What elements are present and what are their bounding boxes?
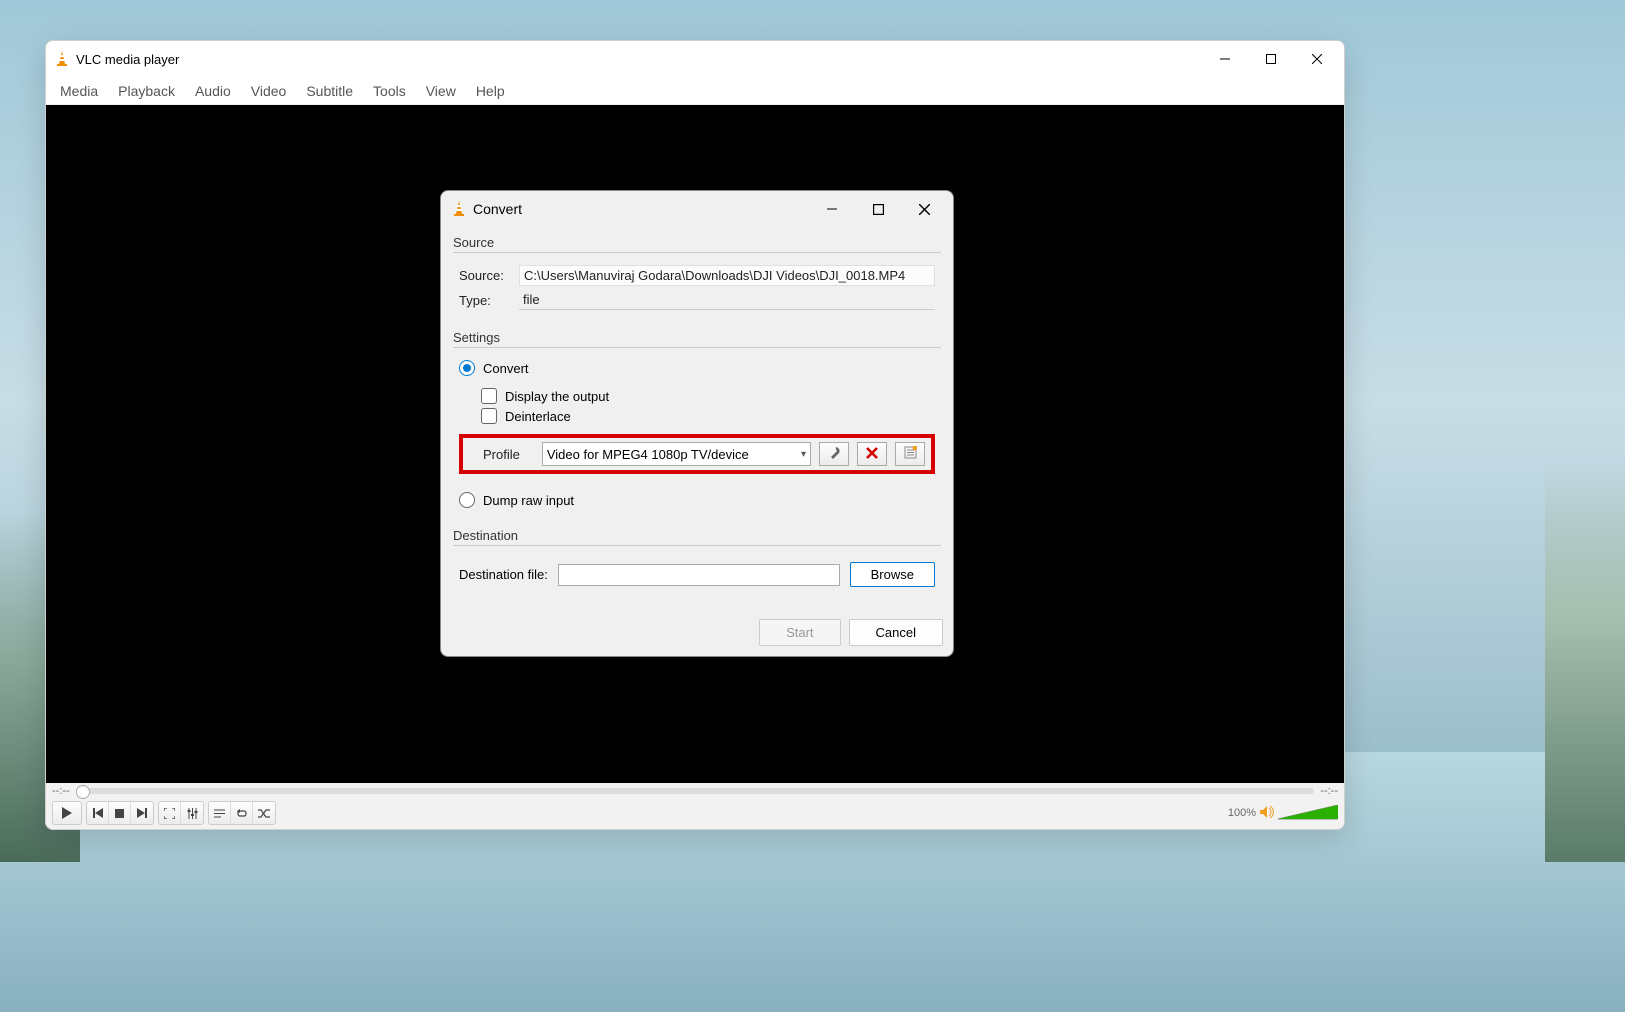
- playlist-button[interactable]: [209, 802, 231, 824]
- profile-row-highlight: Profile Video for MPEG4 1080p TV/device …: [459, 434, 935, 474]
- time-total: --:--: [1320, 785, 1338, 797]
- menu-subtitle[interactable]: Subtitle: [296, 80, 363, 102]
- delete-profile-button[interactable]: [857, 442, 887, 466]
- source-group: Source: C:\Users\Manuviraj Godara\Downlo…: [453, 252, 941, 324]
- browse-button[interactable]: Browse: [850, 562, 935, 587]
- vlc-cone-icon: [54, 51, 70, 67]
- menu-media[interactable]: Media: [50, 80, 108, 102]
- play-button[interactable]: [53, 802, 81, 824]
- main-maximize-button[interactable]: [1248, 43, 1294, 75]
- start-button[interactable]: Start: [759, 619, 840, 646]
- main-titlebar[interactable]: VLC media player: [46, 41, 1344, 77]
- convert-radio[interactable]: [459, 360, 475, 376]
- next-button[interactable]: [131, 802, 153, 824]
- cancel-button[interactable]: Cancel: [849, 619, 943, 646]
- dialog-titlebar[interactable]: Convert: [441, 191, 953, 227]
- delete-icon: [866, 447, 878, 462]
- destination-group: Destination file: Browse: [453, 545, 941, 605]
- wallpaper-right-mountain: [1545, 362, 1625, 862]
- list-new-icon: [904, 446, 917, 462]
- volume-slider[interactable]: [1278, 805, 1338, 821]
- menu-help[interactable]: Help: [466, 80, 515, 102]
- dialog-footer: Start Cancel: [441, 613, 953, 656]
- dialog-close-button[interactable]: [901, 193, 947, 225]
- dump-raw-radio[interactable]: [459, 492, 475, 508]
- destination-file-input[interactable]: [558, 564, 840, 586]
- time-elapsed: --:--: [52, 785, 70, 797]
- dialog-title: Convert: [473, 201, 522, 217]
- deinterlace-checkbox[interactable]: [481, 408, 497, 424]
- destination-group-label: Destination: [453, 522, 941, 547]
- new-profile-button[interactable]: [895, 442, 925, 466]
- destination-file-label: Destination file:: [459, 567, 548, 582]
- convert-radio-label: Convert: [483, 361, 529, 376]
- dump-raw-label: Dump raw input: [483, 493, 574, 508]
- volume-label: 100%: [1228, 807, 1256, 819]
- shuffle-button[interactable]: [253, 802, 275, 824]
- speaker-icon[interactable]: [1260, 806, 1274, 821]
- stop-button[interactable]: [109, 802, 131, 824]
- dialog-minimize-button[interactable]: [809, 193, 855, 225]
- type-label: Type:: [459, 293, 519, 308]
- chevron-down-icon: ▾: [801, 449, 806, 460]
- source-label: Source:: [459, 268, 519, 283]
- edit-profile-button[interactable]: [819, 442, 849, 466]
- menu-playback[interactable]: Playback: [108, 80, 185, 102]
- settings-group-label: Settings: [453, 324, 941, 349]
- extended-settings-button[interactable]: [181, 802, 203, 824]
- profile-select-value: Video for MPEG4 1080p TV/device: [547, 447, 749, 462]
- menu-video[interactable]: Video: [241, 80, 297, 102]
- dialog-maximize-button[interactable]: [855, 193, 901, 225]
- vlc-cone-icon: [451, 201, 467, 217]
- profile-select[interactable]: Video for MPEG4 1080p TV/device ▾: [542, 442, 811, 466]
- main-minimize-button[interactable]: [1202, 43, 1248, 75]
- type-value: file: [519, 290, 935, 310]
- source-group-label: Source: [453, 229, 941, 254]
- convert-dialog: Convert Source Source: C:\Users\Manuvira…: [440, 190, 954, 657]
- menu-tools[interactable]: Tools: [363, 80, 416, 102]
- settings-group: Convert Display the output Deinterlace P…: [453, 347, 941, 522]
- loop-button[interactable]: [231, 802, 253, 824]
- main-menubar: Media Playback Audio Video Subtitle Tool…: [46, 77, 1344, 105]
- seekbar[interactable]: [76, 788, 1315, 794]
- fullscreen-button[interactable]: [159, 802, 181, 824]
- menu-audio[interactable]: Audio: [185, 80, 241, 102]
- display-output-checkbox[interactable]: [481, 388, 497, 404]
- profile-label: Profile: [469, 447, 534, 462]
- wrench-icon: [827, 446, 841, 463]
- previous-button[interactable]: [87, 802, 109, 824]
- menu-view[interactable]: View: [416, 80, 466, 102]
- main-close-button[interactable]: [1294, 43, 1340, 75]
- window-title: VLC media player: [76, 52, 179, 67]
- controls-bar: --:-- --:-- 100%: [46, 783, 1344, 829]
- display-output-label: Display the output: [505, 389, 609, 404]
- deinterlace-label: Deinterlace: [505, 409, 571, 424]
- source-value: C:\Users\Manuviraj Godara\Downloads\DJI …: [519, 265, 935, 286]
